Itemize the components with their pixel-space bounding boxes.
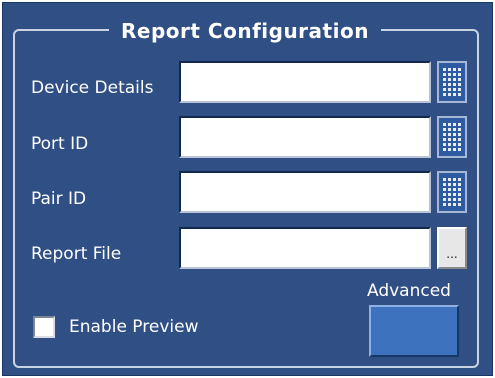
port-id-input[interactable] [179,116,431,158]
report-file-input[interactable] [179,227,431,269]
device-details-keypad-button[interactable] [437,61,467,103]
report-file-label: Report File [31,244,122,264]
group-title: Report Configuration [109,17,381,45]
pair-id-keypad-button[interactable] [437,171,467,213]
device-details-input[interactable] [179,61,431,103]
enable-preview-label: Enable Preview [69,317,199,337]
advanced-button[interactable] [369,305,459,357]
report-configuration-panel: Report Configuration Device Details Port… [2,2,493,376]
keypad-icon [443,178,461,206]
device-details-label: Device Details [31,78,154,98]
enable-preview-checkbox[interactable] [33,316,55,338]
browse-icon: ... [446,247,458,261]
port-id-keypad-button[interactable] [437,116,467,158]
pair-id-label: Pair ID [31,189,87,209]
port-id-label: Port ID [31,134,89,154]
advanced-label: Advanced [367,281,451,301]
report-file-browse-button[interactable]: ... [437,227,467,269]
pair-id-input[interactable] [179,171,431,213]
keypad-icon [443,68,461,96]
keypad-icon [443,123,461,151]
